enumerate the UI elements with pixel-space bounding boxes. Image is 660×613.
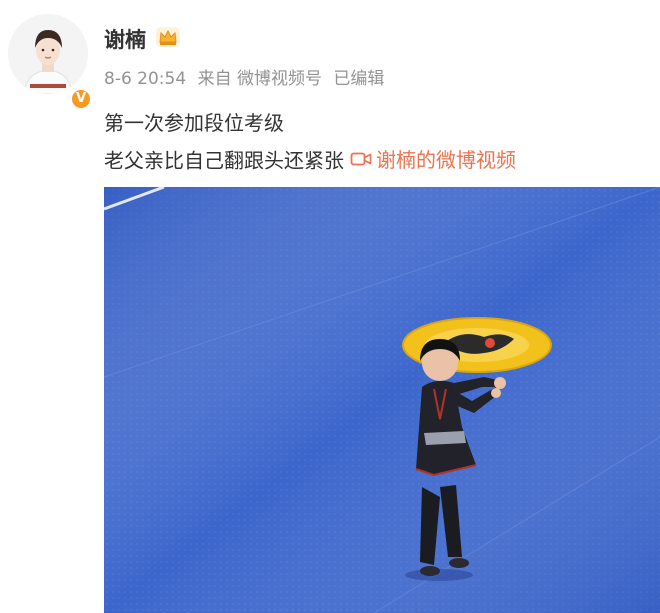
username[interactable]: 谢楠 xyxy=(104,24,146,54)
video-link[interactable]: 谢楠的微博视频 xyxy=(344,144,516,173)
edited-label[interactable]: 已编辑 xyxy=(333,69,384,89)
post-text-line-2-body: 老父亲比自己翻跟头还紧张 xyxy=(104,148,344,173)
post-text-line-1: 第一次参加段位考级 xyxy=(104,111,284,135)
post-text-line-2: 老父亲比自己翻跟头还紧张 谢楠的微博视频 xyxy=(104,144,516,174)
video-player[interactable] xyxy=(104,187,660,613)
video-link-label: 谢楠的微博视频 xyxy=(376,148,516,172)
verified-badge: V xyxy=(70,88,92,110)
post-source[interactable]: 来自 微博视频号 xyxy=(198,69,322,89)
avatar-image xyxy=(8,14,88,94)
crown-icon[interactable] xyxy=(155,26,181,48)
avatar-container[interactable]: V xyxy=(8,14,92,110)
video-camera-icon xyxy=(350,152,372,165)
video-frame xyxy=(104,187,660,613)
post-time[interactable]: 8-6 20:54 xyxy=(104,69,186,89)
avatar[interactable] xyxy=(8,14,88,94)
post-meta: 8-6 20:54 来自 微博视频号 已编辑 xyxy=(104,64,390,89)
